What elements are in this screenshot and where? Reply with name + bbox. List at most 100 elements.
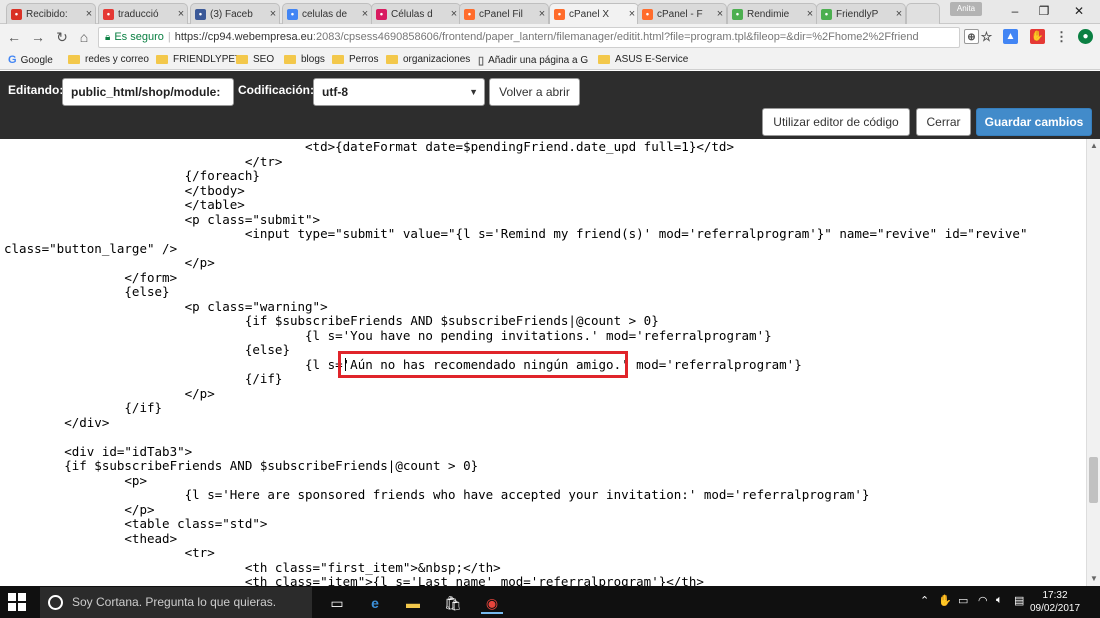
bookmark-label: ASUS E-Service: [615, 54, 689, 65]
w-icon: •: [103, 8, 114, 20]
file-path-field[interactable]: public_html/shop/module:: [62, 78, 234, 106]
file-explorer-icon[interactable]: ▬: [402, 592, 424, 614]
browser-tab[interactable]: • (3) Faceb ×: [190, 3, 280, 24]
lock-icon: 🔒︎: [105, 32, 111, 43]
bookmark-label: Perros: [349, 54, 379, 65]
highlight-box: [338, 351, 628, 378]
notification-icon[interactable]: ▤: [1014, 594, 1024, 607]
home-icon[interactable]: ⌂: [76, 29, 92, 45]
reload-icon[interactable]: ↻: [54, 29, 70, 45]
clock-date: 09/02/2017: [1030, 603, 1081, 614]
browser-tab[interactable]: • traducció ×: [98, 3, 188, 24]
code-line: </p>: [4, 501, 155, 517]
forward-icon[interactable]: →: [30, 29, 46, 45]
code-line: </p>: [4, 255, 215, 270]
vertical-scrollbar[interactable]: ▲ ▼: [1086, 139, 1100, 586]
scroll-down-icon[interactable]: ▼: [1090, 574, 1098, 583]
store-icon[interactable]: 🛍︎: [442, 592, 464, 614]
wifi-icon[interactable]: ◠: [978, 594, 988, 607]
code-line: <p>: [4, 472, 147, 488]
close-tab-icon[interactable]: ×: [536, 8, 548, 20]
bookmark-item[interactable]: FRIENDLYPET: [156, 54, 241, 65]
folder-icon: [332, 55, 344, 64]
close-editor-button[interactable]: Cerrar: [916, 108, 971, 136]
google-icon: •: [287, 8, 298, 20]
volume-icon[interactable]: 🔈︎: [996, 594, 1003, 607]
browser-tab-title: Rendimie: [747, 8, 790, 20]
browser-tab-title: FriendlyP: [836, 8, 879, 20]
scrollbar-thumb[interactable]: [1089, 457, 1098, 503]
folder-icon: [284, 55, 296, 64]
close-tab-icon[interactable]: ×: [83, 8, 95, 20]
browser-tab[interactable]: • Células d ×: [371, 3, 461, 24]
close-tab-icon[interactable]: ×: [359, 8, 371, 20]
bookmark-item[interactable]: G Google: [8, 54, 53, 66]
code-line: <thead>: [4, 530, 178, 546]
chrome-icon[interactable]: ◉: [481, 592, 503, 614]
tray-battery-icon[interactable]: ▭: [958, 594, 968, 607]
bookmark-item[interactable]: SEO: [236, 54, 274, 65]
google-icon: G: [8, 54, 17, 66]
code-editor-button[interactable]: Utilizar editor de código: [762, 108, 910, 136]
taskbar-clock[interactable]: 17:32 09/02/2017: [1030, 589, 1080, 615]
browser-tab[interactable]: • Rendimie ×: [727, 3, 817, 24]
new-tab-button[interactable]: [906, 3, 940, 24]
code-line: </p>: [4, 385, 215, 401]
cpanel-icon: •: [554, 8, 565, 20]
windows-start-icon[interactable]: [8, 593, 26, 611]
code-line: {/if}: [4, 400, 163, 415]
close-tab-icon[interactable]: ×: [714, 8, 726, 20]
code-line: {/foreach}: [4, 168, 260, 183]
cortana-search-box[interactable]: Soy Cortana. Pregunta lo que quieras.: [40, 587, 312, 618]
account-icon[interactable]: ●: [1078, 29, 1093, 44]
close-tab-icon[interactable]: ×: [804, 8, 816, 20]
close-tab-icon[interactable]: ×: [175, 8, 187, 20]
bookmark-label: organizaciones: [403, 54, 471, 65]
windows-taskbar: Soy Cortana. Pregunta lo que quieras. ▭ …: [0, 586, 1100, 618]
minimize-icon[interactable]: –: [1004, 2, 1026, 20]
star-icon[interactable]: ☆: [979, 29, 994, 44]
folder-icon: [68, 55, 80, 64]
bookmark-item[interactable]: ASUS E-Service: [598, 54, 688, 65]
close-window-icon[interactable]: ✕: [1068, 2, 1090, 20]
browser-tab[interactable]: • cPanel - F ×: [637, 3, 727, 24]
secure-label: Es seguro: [114, 31, 164, 43]
folder-icon: [598, 55, 610, 64]
reopen-button[interactable]: Volver a abrir: [489, 78, 580, 106]
extension-icon[interactable]: ⊕: [964, 29, 979, 44]
close-tab-icon[interactable]: ×: [267, 8, 279, 20]
browser-tab[interactable]: • cPanel Fil ×: [459, 3, 549, 24]
bookmark-item[interactable]: ▯ Añadir una página a G: [478, 54, 588, 67]
scroll-up-icon[interactable]: ▲: [1090, 141, 1098, 150]
encoding-select[interactable]: utf-8 ▼: [313, 78, 485, 106]
profile-button[interactable]: Anita: [950, 2, 982, 16]
drive-extension-icon[interactable]: ▲: [1003, 29, 1018, 44]
maximize-icon[interactable]: ❐: [1033, 2, 1055, 20]
code-line: {else}: [4, 342, 290, 357]
menu-icon[interactable]: ⋮: [1054, 29, 1069, 44]
bookmark-item[interactable]: blogs: [284, 54, 325, 65]
tray-chevron-icon[interactable]: ⌃: [920, 594, 929, 607]
task-view-icon[interactable]: ▭: [326, 592, 348, 614]
browser-tab[interactable]: • FriendlyP ×: [816, 3, 906, 24]
browser-tab-title: (3) Faceb: [210, 8, 253, 20]
adblock-icon[interactable]: ✋: [1030, 29, 1045, 44]
bookmark-label: SEO: [253, 54, 275, 65]
text-caret: [345, 358, 346, 371]
close-tab-icon[interactable]: ×: [893, 8, 905, 20]
tray-adblock-icon[interactable]: ✋: [938, 594, 952, 607]
edge-icon[interactable]: e: [364, 592, 386, 614]
bookmark-item[interactable]: redes y correo: [68, 54, 149, 65]
bookmark-item[interactable]: organizaciones: [386, 54, 470, 65]
bookmark-label: Google: [20, 54, 53, 66]
browser-tab[interactable]: • celulas de ×: [282, 3, 372, 24]
back-icon[interactable]: ←: [6, 29, 22, 45]
folder-icon: [386, 55, 398, 64]
bookmark-item[interactable]: Perros: [332, 54, 378, 65]
code-line: </tbody>: [4, 182, 245, 198]
browser-tab[interactable]: • cPanel X ×: [549, 3, 639, 24]
url-field[interactable]: 🔒︎ Es seguro | https://cp94.webempresa.eu:2…: [98, 27, 960, 48]
code-editor-area[interactable]: <td>{dateFormat date=$pendingFriend.date…: [0, 139, 1086, 586]
browser-tab[interactable]: • Recibido: ×: [6, 3, 96, 24]
save-changes-button[interactable]: Guardar cambios: [976, 108, 1092, 136]
